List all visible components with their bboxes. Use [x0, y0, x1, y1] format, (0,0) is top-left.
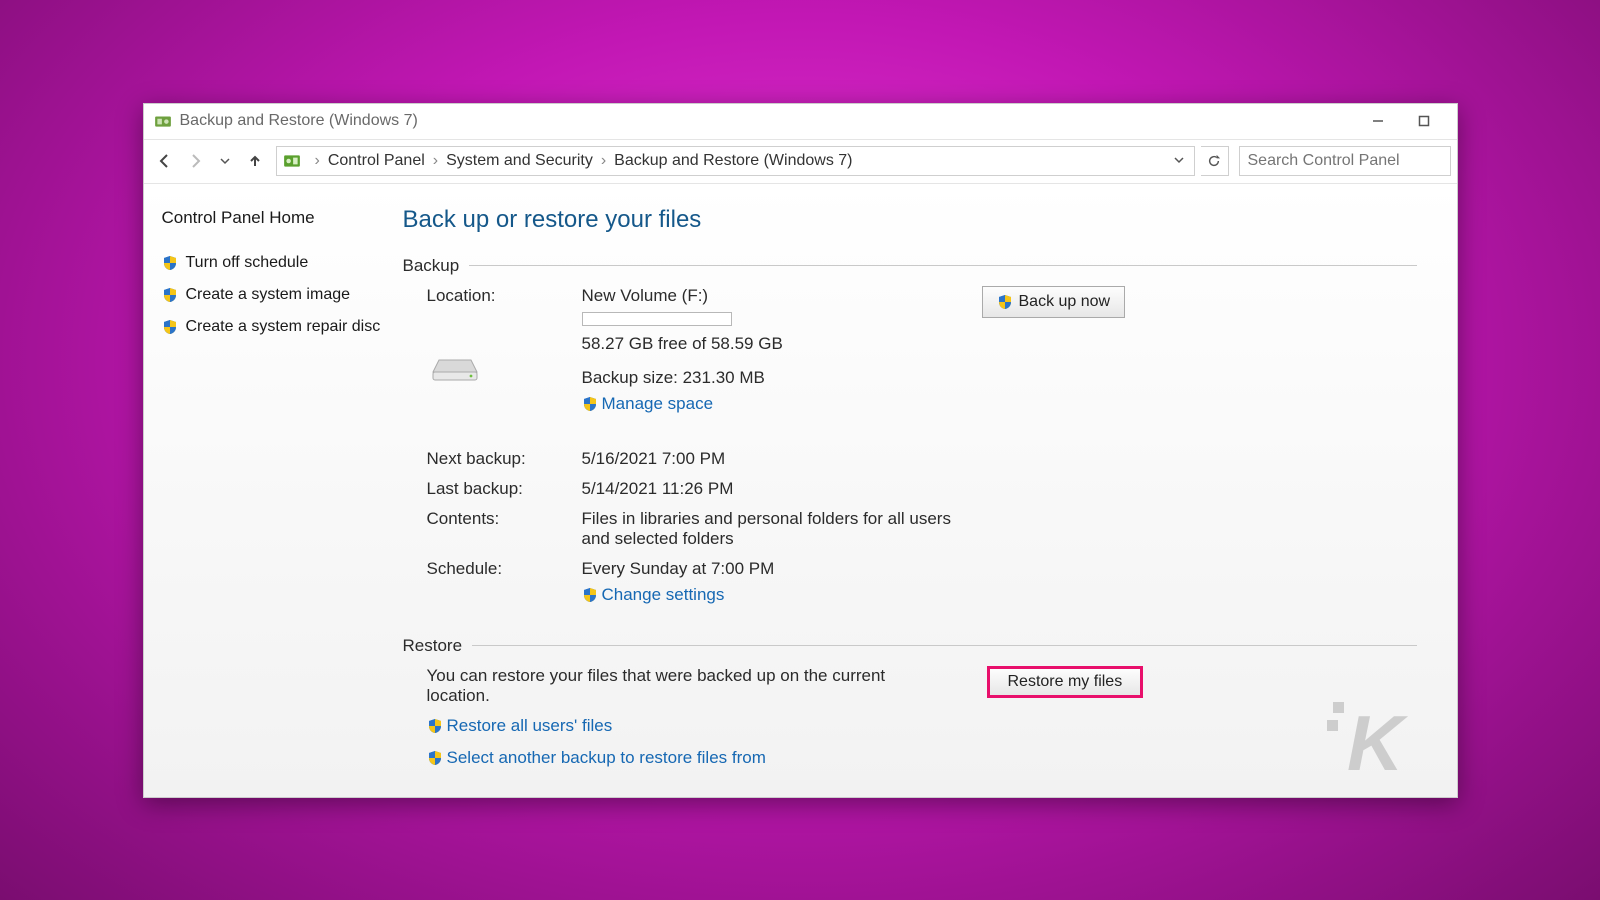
restore-all-users-link[interactable]: Restore all users' files	[427, 716, 613, 736]
shield-icon	[162, 255, 178, 271]
contents-value: Files in libraries and personal folders …	[582, 509, 972, 549]
sidebar-item-label: Create a system image	[186, 286, 351, 304]
maximize-button[interactable]	[1401, 107, 1447, 135]
restore-section-label: Restore	[403, 636, 1417, 656]
window-title: Backup and Restore (Windows 7)	[180, 112, 1355, 130]
volume-name: New Volume (F:)	[582, 286, 982, 306]
sidebar: Control Panel Home Turn off schedule Cre…	[144, 184, 399, 797]
shield-icon	[997, 294, 1013, 310]
watermark-logo: K	[1327, 702, 1437, 787]
schedule-label: Schedule:	[427, 559, 582, 579]
svg-text:K: K	[1347, 702, 1409, 782]
restore-my-files-button[interactable]: Restore my files	[987, 666, 1144, 698]
last-backup-value: 5/14/2021 11:26 PM	[582, 479, 982, 499]
shield-icon	[162, 319, 178, 335]
breadcrumb-item[interactable]: System and Security	[446, 152, 593, 170]
shield-icon	[427, 750, 443, 766]
chevron-right-icon: ›	[433, 152, 438, 170]
history-dropdown[interactable]	[210, 146, 240, 176]
titlebar: Backup and Restore (Windows 7)	[144, 104, 1457, 140]
forward-button[interactable]	[180, 146, 210, 176]
sidebar-item-label: Turn off schedule	[186, 254, 309, 272]
sidebar-item-turn-off-schedule[interactable]: Turn off schedule	[162, 254, 381, 272]
space-progress-bar	[582, 312, 732, 326]
schedule-value: Every Sunday at 7:00 PM	[582, 559, 982, 579]
page-title: Back up or restore your files	[403, 206, 1417, 234]
next-backup-value: 5/16/2021 7:00 PM	[582, 449, 982, 469]
change-settings-link[interactable]: Change settings	[582, 585, 725, 605]
back-button[interactable]	[150, 146, 180, 176]
control-panel-window: Backup and Restore (Windows 7) › Control…	[143, 103, 1458, 798]
refresh-button[interactable]	[1201, 146, 1229, 176]
chevron-right-icon: ›	[315, 152, 320, 170]
backup-now-button[interactable]: Back up now	[982, 286, 1126, 318]
restore-info-text: You can restore your files that were bac…	[427, 666, 947, 706]
contents-label: Contents:	[427, 509, 582, 529]
shield-icon	[427, 718, 443, 734]
backup-size-text: Backup size: 231.30 MB	[582, 368, 982, 388]
manage-space-link[interactable]: Manage space	[582, 394, 714, 414]
sidebar-item-create-repair-disc[interactable]: Create a system repair disc	[162, 318, 381, 336]
up-button[interactable]	[240, 146, 270, 176]
toolbar: › Control Panel › System and Security › …	[144, 140, 1457, 184]
backup-section-label: Backup	[403, 256, 1417, 276]
next-backup-label: Next backup:	[427, 449, 582, 469]
control-panel-icon	[283, 152, 301, 170]
search-input[interactable]	[1239, 146, 1451, 176]
breadcrumb-item[interactable]: Control Panel	[328, 152, 425, 170]
shield-icon	[582, 396, 598, 412]
breadcrumb-dropdown[interactable]	[1168, 152, 1190, 170]
location-label: Location:	[427, 286, 582, 306]
minimize-button[interactable]	[1355, 107, 1401, 135]
free-space-text: 58.27 GB free of 58.59 GB	[582, 334, 982, 354]
select-another-backup-link[interactable]: Select another backup to restore files f…	[427, 748, 766, 768]
main-content: Back up or restore your files Backup Loc…	[399, 184, 1457, 797]
last-backup-label: Last backup:	[427, 479, 582, 499]
chevron-right-icon: ›	[601, 152, 606, 170]
sidebar-item-label: Create a system repair disc	[186, 318, 381, 336]
breadcrumb-bar[interactable]: › Control Panel › System and Security › …	[276, 146, 1195, 176]
shield-icon	[582, 587, 598, 603]
shield-icon	[162, 287, 178, 303]
drive-icon	[427, 352, 483, 384]
control-panel-home-link[interactable]: Control Panel Home	[162, 208, 381, 228]
sidebar-item-create-system-image[interactable]: Create a system image	[162, 286, 381, 304]
breadcrumb-item[interactable]: Backup and Restore (Windows 7)	[614, 152, 852, 170]
app-icon	[154, 112, 172, 130]
